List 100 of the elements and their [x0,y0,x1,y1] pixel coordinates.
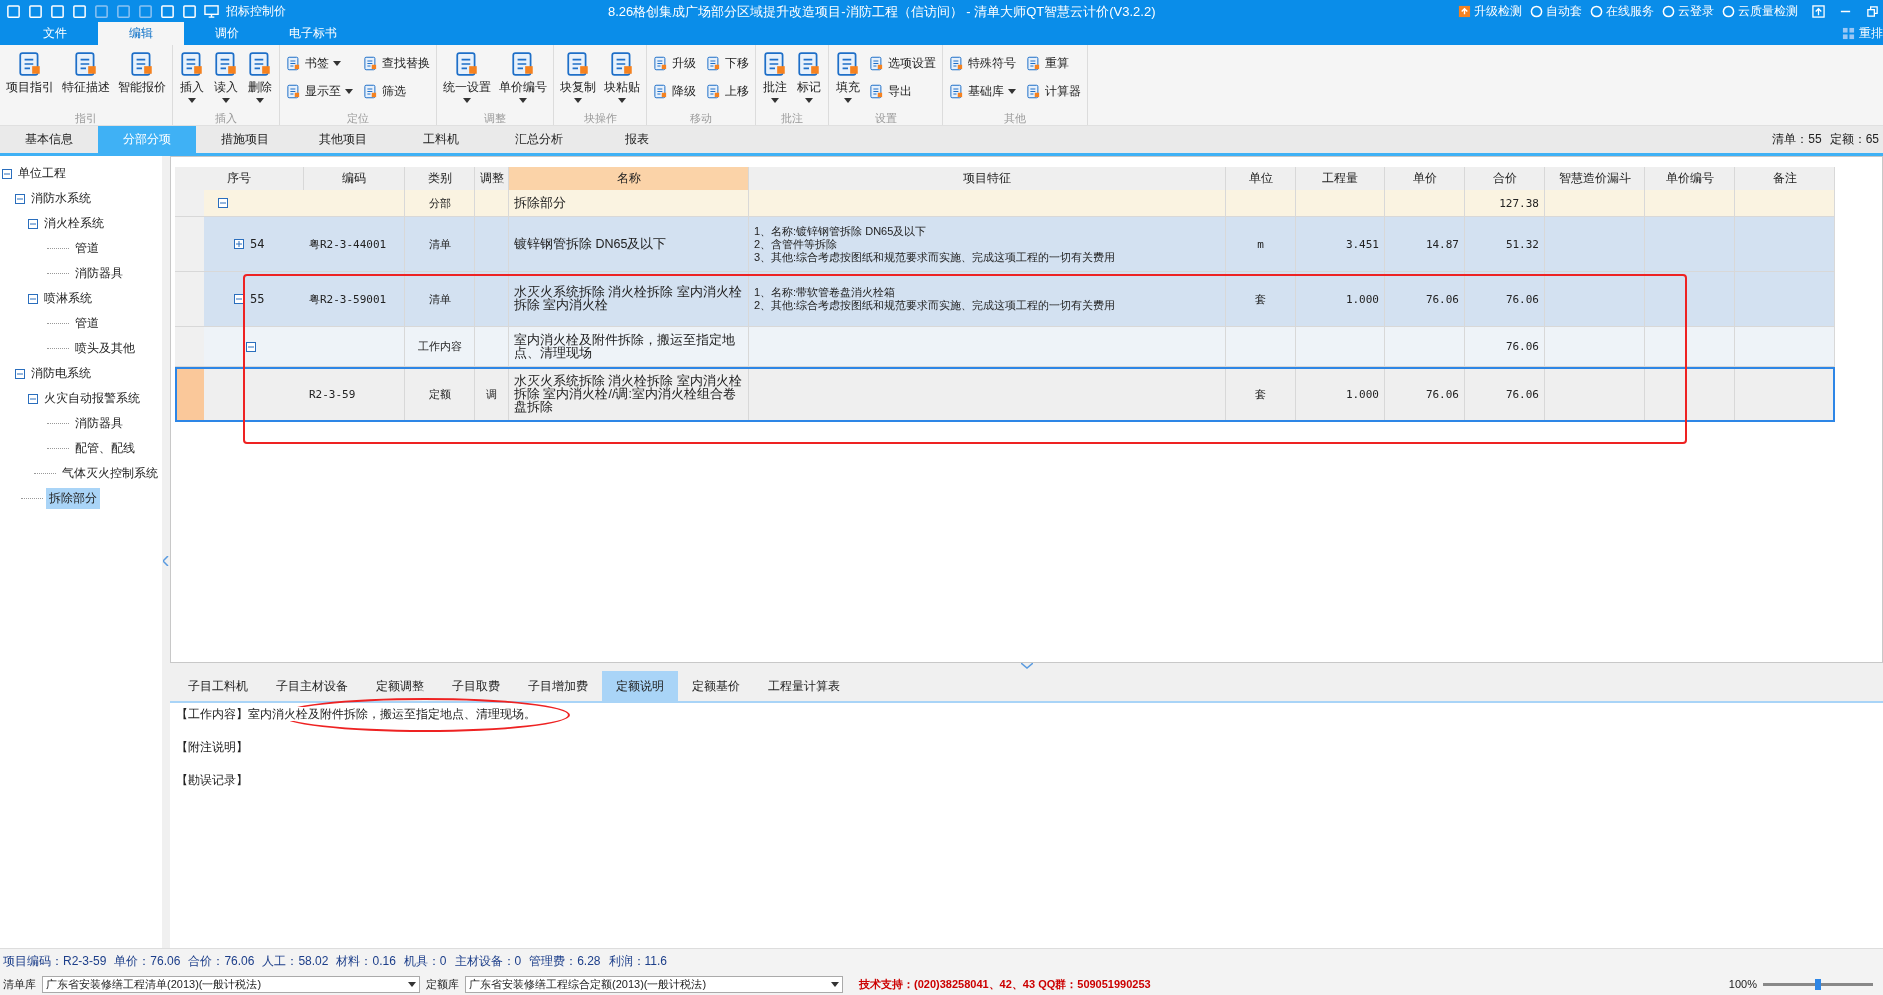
detail-tab[interactable]: 定额说明 [602,671,678,701]
ribbon-button[interactable]: 智能报价 [118,51,166,96]
quota-library-dropdown[interactable]: 广东省安装修缮工程综合定额(2013)(一般计税法) [465,975,843,993]
menu-tab[interactable]: 编辑 [98,22,184,45]
detail-tab[interactable]: 定额调整 [362,671,438,701]
column-header[interactable]: 名称 [509,167,749,190]
collapse-icon[interactable] [15,193,25,204]
collapse-icon[interactable] [28,218,38,229]
zoom-level[interactable]: 100% [1728,978,1757,990]
ribbon-button[interactable]: 块粘贴 [604,51,640,103]
header-link[interactable]: 云质量检测 [1738,2,1798,20]
restore-icon[interactable] [1866,4,1879,18]
view-tab[interactable]: 工料机 [392,126,490,153]
ribbon-button[interactable]: 筛选 [363,79,430,103]
menu-tab[interactable]: 电子标书 [270,22,356,45]
tree-item[interactable]: 气体灭火控制系统 [59,463,161,484]
tree-item[interactable]: 单位工程 [15,163,69,184]
table-cell: 3.451 [1345,237,1379,251]
ribbon-button[interactable]: 重算 [1026,51,1081,75]
ribbon-button[interactable]: 特征描述 [62,51,110,96]
view-tab[interactable]: 基本信息 [0,126,98,153]
row-header[interactable] [175,367,204,421]
collapse-icon[interactable] [28,293,38,304]
ribbon-button[interactable]: 块复制 [560,51,596,103]
detail-tab[interactable]: 子目取费 [438,671,514,701]
ribbon-button[interactable]: 批注 [762,51,788,103]
bill-library-dropdown[interactable]: 广东省安装修缮工程清单(2013)(一般计税法) [42,975,420,993]
detail-tab[interactable]: 定额基价 [678,671,754,701]
ribbon-button[interactable]: 填充 [835,51,861,103]
collapse-icon[interactable] [218,198,228,208]
tree-item[interactable]: 消火栓系统 [41,213,107,234]
ribbon-button[interactable]: 统一设置 [443,51,491,103]
ribbon-button[interactable]: 单价编号 [499,51,547,103]
tree-item[interactable]: 火灾自动报警系统 [41,388,143,409]
ribbon-button[interactable]: 书签 [286,51,353,75]
ribbon-button[interactable]: 升级 [653,51,696,75]
document-icon [653,83,668,99]
view-tab[interactable]: 其他项目 [294,126,392,153]
ribbon-button[interactable]: 插入 [179,51,205,103]
detail-tab[interactable]: 子目主材设备 [262,671,362,701]
collapse-icon[interactable] [2,168,12,179]
slider-thumb[interactable] [1815,978,1821,990]
document-icon [363,83,378,99]
ribbon-button[interactable]: 选项设置 [869,51,936,75]
pricing-mode-label[interactable]: 招标控制价 [226,2,286,20]
collapse-icon[interactable] [234,294,244,304]
group-label: 其他 [1003,111,1027,125]
ribbon-button[interactable]: 显示至 [286,79,353,103]
tree-item[interactable]: 管道 [72,238,102,259]
ribbon-button[interactable]: 降级 [653,79,696,103]
tree-item[interactable]: 消防器具 [72,413,126,434]
tree-item[interactable]: 配管、配线 [72,438,138,459]
ribbon-button[interactable]: 读入 [213,51,239,103]
tree-item[interactable]: 喷淋系统 [41,288,95,309]
table-row[interactable]: R2-3-59 定额 调 水灭火系统拆除 消火栓拆除 室内消火栓拆除 室内消火栓//调:室内消火栓组合卷盘拆除 套 1.000 76.06 76.06 [175,367,1835,422]
ribbon-button[interactable]: 导出 [869,79,936,103]
table-cell: 清单 [428,291,451,307]
ribbon-button[interactable]: 项目指引 [6,51,54,96]
ribbon-button[interactable]: 计算器 [1026,79,1081,103]
collapse-icon[interactable] [246,341,256,352]
table-row[interactable]: 55 粤R2-3-59001 清单 水灭火系统拆除 消火栓拆除 室内消火栓拆除 室内消火栓 1、名称:带软管卷盘消火栓箱 2、其他:综合考虑按图纸和规范要求而实施、完成这项工程的一切有关费用 套 1.000 76.06 76.06 [175,272,1835,327]
header-link[interactable]: 自动套 [1546,2,1582,20]
tree-item[interactable]: 管道 [72,313,102,334]
ribbon-button[interactable]: 查找替换 [363,51,430,75]
ribbon-button[interactable]: 上移 [706,79,749,103]
dropdown-arrow-icon [519,98,527,103]
tree-item[interactable]: 拆除部分 [46,488,100,509]
ribbon-button[interactable]: 特殊符号 [949,51,1016,75]
ribbon-button[interactable]: 删除 [247,51,273,103]
table-cell: 14.87 [1425,237,1459,251]
table-row[interactable]: 分部 拆除部分 127.38 [175,190,1835,217]
toolbar-icon[interactable] [116,3,131,19]
menu-tab[interactable]: 文件 [12,22,98,45]
collapse-icon[interactable] [28,393,38,404]
ribbon-button[interactable]: 下移 [706,51,749,75]
tree-item[interactable]: 消防电系统 [28,363,94,384]
detail-tab[interactable]: 工程量计算表 [754,671,854,701]
view-tab[interactable]: 报表 [588,126,686,153]
document-icon [949,55,964,71]
table-row[interactable]: 54 粤R2-3-44001 清单 镀锌钢管拆除 DN65及以下 1、名称:镀锌钢管拆除 DN65及以下 2、含管件等拆除 3、其他:综合考虑按图纸和规范要求而实施、完成这项工程的一切有关费用 m 3.451 14.87 51.32 [175,217,1835,272]
view-tab[interactable]: 措施项目 [196,126,294,153]
toolbar-icon[interactable] [138,3,153,19]
expand-icon[interactable] [234,239,244,249]
view-tab[interactable]: 汇总分析 [490,126,588,153]
detail-tab[interactable]: 子目增加费 [514,671,602,701]
table-row[interactable]: 工作内容 室内消火栓及附件拆除，搬运至指定地点、清理现场 76.06 [175,327,1835,367]
menu-tab[interactable]: 调价 [184,22,270,45]
header-link[interactable]: 在线服务 [1606,2,1654,20]
header-link[interactable]: 升级检测 [1474,2,1522,20]
detail-tab[interactable]: 子目工料机 [174,671,262,701]
tree-item[interactable]: 喷头及其他 [72,338,138,359]
collapse-icon[interactable] [15,368,25,379]
tree-item[interactable]: 消防水系统 [28,188,94,209]
ribbon-button[interactable]: 基础库 [949,79,1016,103]
support-text: 技术支持：(020)38258041、42、43 QQ群：509051990253 [859,976,1151,992]
toolbar-icon[interactable] [94,3,109,19]
arrange-windows-button[interactable]: 重排 [1859,25,1883,42]
header-link[interactable]: 云登录 [1678,2,1714,20]
ribbon-button[interactable]: 标记 [796,51,822,103]
tree-item[interactable]: 消防器具 [72,263,126,284]
